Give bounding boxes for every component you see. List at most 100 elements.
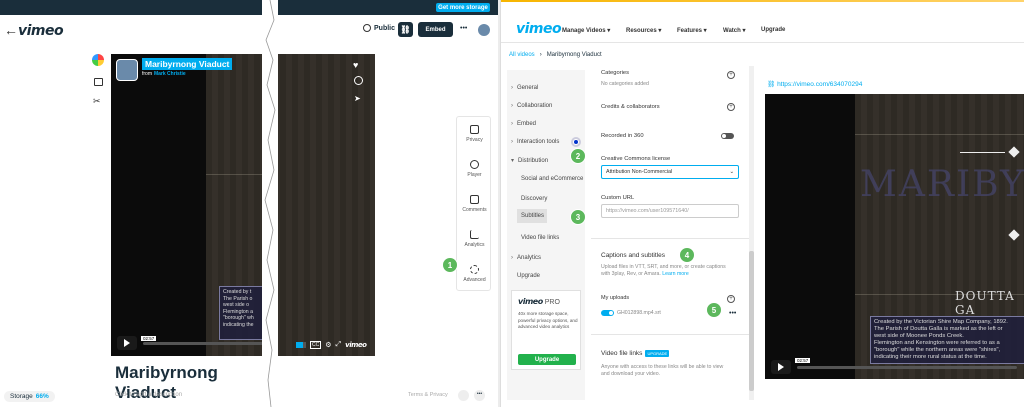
play-button[interactable] bbox=[117, 336, 137, 350]
image-icon[interactable] bbox=[94, 78, 103, 86]
sidebar-item-advanced[interactable]: Advanced bbox=[457, 265, 492, 283]
storage-indicator[interactable]: Storage 66% bbox=[4, 391, 55, 402]
visibility-label: Public bbox=[374, 24, 396, 32]
sidebar-item-player[interactable]: Player bbox=[457, 160, 492, 178]
comment-icon bbox=[470, 195, 479, 204]
step-badge-3: 3 bbox=[570, 209, 586, 225]
nav-interaction-tools[interactable]: › Interaction tools bbox=[511, 139, 559, 145]
breadcrumb-all-videos[interactable]: All videos bbox=[509, 52, 535, 58]
back-arrow-icon[interactable]: ← bbox=[4, 22, 18, 38]
palette-icon bbox=[470, 160, 479, 169]
send-icon[interactable]: ➤ bbox=[354, 94, 361, 103]
sidebar-item-privacy[interactable]: Privacy bbox=[457, 125, 492, 143]
nav-resources[interactable]: Resources ▾ bbox=[626, 27, 661, 34]
top-strip bbox=[0, 0, 280, 15]
description-placeholder[interactable]: Click to add a description bbox=[115, 392, 182, 398]
nav-collaboration[interactable]: › Collaboration bbox=[511, 103, 552, 109]
author-link[interactable]: Mark Christie bbox=[154, 71, 186, 77]
more-icon[interactable]: ••• bbox=[460, 25, 467, 32]
avatar[interactable] bbox=[116, 59, 138, 81]
custom-url-input[interactable]: https://vimeo.com/user109571640/ bbox=[601, 204, 739, 218]
pro-upgrade-button[interactable]: Upgrade bbox=[518, 354, 576, 365]
gear-icon bbox=[470, 265, 479, 274]
preview-play-button[interactable] bbox=[771, 360, 791, 374]
get-more-storage-button[interactable]: Get more storage bbox=[436, 3, 490, 12]
visibility-button[interactable]: Public bbox=[363, 24, 395, 32]
breadcrumb-current: Maribyrnong Viaduct bbox=[546, 52, 602, 58]
video-player-right[interactable]: ♥ ➤ CC ⚙ ⤢ vimeo bbox=[268, 54, 375, 356]
notification-dot bbox=[574, 140, 578, 144]
subtitle-toggle[interactable] bbox=[601, 310, 614, 316]
vfl-header: Video file links UPGRADE bbox=[601, 350, 670, 357]
captions-desc: Upload files in VTT, SRT, and more, or c… bbox=[601, 264, 726, 277]
video-preview[interactable]: MARIBY DOUTTA GA Created by the Victoria… bbox=[765, 94, 1024, 379]
nav-distribution[interactable]: ▾ Distribution bbox=[511, 157, 548, 164]
cc-icon[interactable]: CC bbox=[310, 341, 322, 349]
editor-right-half: Get more storage Public ⛓ Embed ••• ♥ ➤ … bbox=[268, 0, 498, 407]
progress-bar[interactable] bbox=[143, 341, 280, 345]
more-options-icon[interactable]: ••• bbox=[474, 390, 485, 401]
categories-sub: No categories added bbox=[601, 81, 649, 87]
sidebar-item-analytics[interactable]: Analytics bbox=[457, 230, 492, 248]
breadcrumb: All videos › Maribyrnong Viaduct bbox=[509, 52, 602, 58]
lock-icon bbox=[470, 125, 479, 134]
nav-embed[interactable]: › Embed bbox=[511, 121, 536, 127]
video-settings-page: vimeo Manage Videos ▾ Resources ▾ Featur… bbox=[500, 0, 1024, 407]
nav-analytics[interactable]: › Analytics bbox=[511, 255, 541, 261]
recorded-360-toggle[interactable] bbox=[721, 133, 734, 139]
step-badge-5: 5 bbox=[706, 302, 722, 318]
nav-subtitles[interactable]: Subtitles bbox=[521, 213, 544, 219]
time-tooltip: 02:57 bbox=[141, 336, 157, 341]
breadcrumb-separator: › bbox=[539, 52, 542, 58]
edit-icon[interactable] bbox=[458, 390, 469, 401]
side-panel: Privacy Player Comments Analytics Advanc… bbox=[456, 116, 491, 291]
learn-more-link[interactable]: Learn more bbox=[662, 271, 689, 277]
player-icons: CC ⚙ ⤢ vimeo bbox=[296, 341, 367, 349]
form-scrollbar[interactable] bbox=[749, 66, 754, 400]
upgrade-badge: UPGRADE bbox=[645, 350, 670, 357]
volume-icon[interactable] bbox=[296, 342, 306, 348]
vimeo-logo-right[interactable]: vimeo bbox=[516, 21, 562, 37]
nav-watch[interactable]: Watch ▾ bbox=[723, 27, 745, 34]
categories-label: Categories bbox=[601, 70, 630, 76]
nav-upgrade-item[interactable]: Upgrade bbox=[517, 273, 540, 279]
nav-general[interactable]: › General bbox=[511, 85, 538, 91]
terms-link[interactable]: Terms & Privacy bbox=[408, 392, 448, 398]
torn-edge bbox=[262, 0, 278, 407]
scissors-icon[interactable]: ✂ bbox=[93, 96, 101, 107]
vimeo-pro-card: vimeo PRO 40x more storage space, powerf… bbox=[511, 290, 581, 370]
settings-icon[interactable]: ⚙ bbox=[325, 341, 331, 349]
clock-icon[interactable] bbox=[354, 76, 363, 85]
nav-social-ecommerce[interactable]: Social and eCommerce bbox=[521, 176, 583, 182]
upload-more-icon[interactable]: ••• bbox=[729, 310, 736, 317]
vimeo-logo[interactable]: vimeo bbox=[18, 23, 64, 39]
from-prefix: from bbox=[142, 71, 152, 77]
video-player[interactable]: MA Maribyrnong Viaduct from Mark Christi… bbox=[111, 54, 280, 356]
preview-progress-bar[interactable] bbox=[797, 365, 1017, 369]
video-title-overlay[interactable]: Maribyrnong Viaduct bbox=[142, 58, 233, 70]
map-text-doutta: DOUTTA GA bbox=[955, 289, 1015, 317]
nav-upgrade[interactable]: Upgrade bbox=[761, 27, 785, 33]
cc-license-label: Creative Commons license bbox=[601, 156, 671, 162]
add-credit-icon[interactable]: + bbox=[727, 103, 735, 111]
sidebar-item-comments[interactable]: Comments bbox=[457, 195, 492, 213]
fullscreen-icon[interactable]: ⤢ bbox=[336, 341, 342, 349]
cc-license-select[interactable]: Attribution Non-Commercial ⌄ bbox=[601, 165, 739, 179]
embed-button[interactable]: Embed bbox=[418, 22, 453, 37]
my-uploads-label: My uploads bbox=[601, 295, 630, 301]
video-url-link[interactable]: ⛓ https://vimeo.com/634070294 bbox=[767, 80, 862, 88]
nav-manage-videos[interactable]: Manage Videos ▾ bbox=[562, 27, 610, 34]
nav-video-file-links[interactable]: Video file links bbox=[521, 235, 559, 241]
nav-discovery[interactable]: Discovery bbox=[521, 196, 547, 202]
link-icon[interactable]: ⛓ bbox=[398, 22, 413, 37]
pro-description: 40x more storage space, powerful privacy… bbox=[518, 311, 578, 329]
user-avatar[interactable] bbox=[478, 24, 490, 36]
add-upload-icon[interactable]: + bbox=[727, 295, 735, 303]
step-badge-4: 4 bbox=[679, 247, 695, 263]
step-badge-2: 2 bbox=[570, 148, 586, 164]
heart-icon[interactable]: ♥ bbox=[353, 60, 358, 70]
add-category-icon[interactable]: + bbox=[727, 71, 735, 79]
color-wheel-icon[interactable] bbox=[92, 54, 104, 66]
credits-label: Credits & collaborators bbox=[601, 104, 660, 110]
nav-features[interactable]: Features ▾ bbox=[677, 27, 707, 34]
